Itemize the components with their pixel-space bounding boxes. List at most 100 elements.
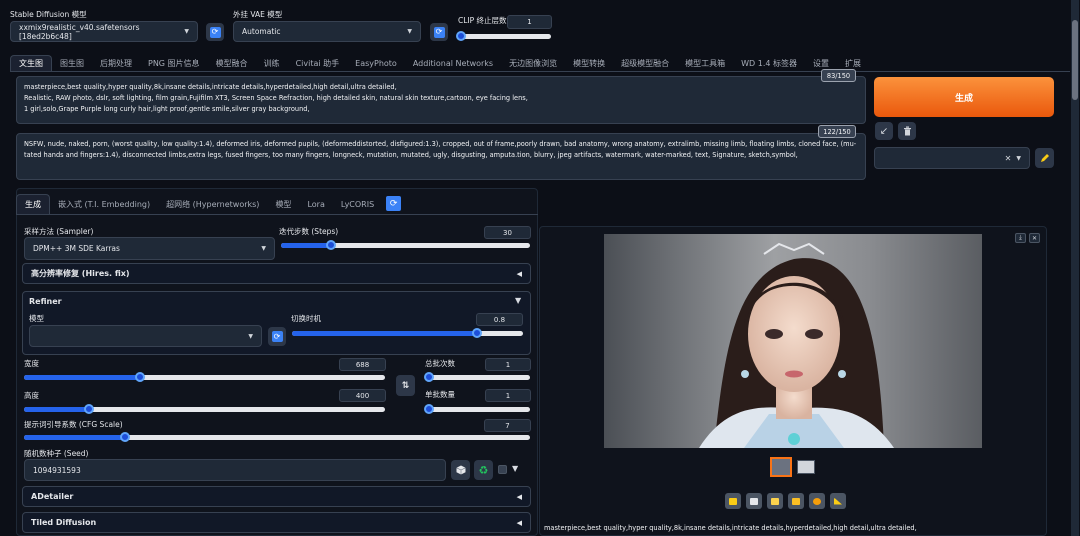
- sd-model-value: xxmix9realistic_v40.safetensors [18ed2b6…: [19, 22, 140, 41]
- refresh-models-button[interactable]: ⟳: [206, 23, 224, 41]
- sd-model-select[interactable]: xxmix9realistic_v40.safetensors [18ed2b6…: [10, 21, 198, 42]
- tab-checkpoint-merger[interactable]: 模型融合: [208, 55, 256, 71]
- close-preview-button[interactable]: ✕: [1029, 233, 1040, 243]
- hires-fix-accordion[interactable]: 高分辨率修复 (Hires. fix) ◀: [22, 263, 531, 284]
- send-to-extras-button[interactable]: [830, 493, 846, 509]
- tab-easyphoto[interactable]: EasyPhoto: [347, 55, 405, 71]
- styles-select[interactable]: ✕ ▼: [874, 147, 1030, 169]
- scrollbar-thumb[interactable]: [1072, 20, 1078, 100]
- palette-icon: [813, 497, 821, 505]
- cfg-label: 提示词引导系数 (CFG Scale): [24, 420, 123, 429]
- batch-count-label: 总批次数: [425, 359, 455, 368]
- prompt-textarea[interactable]: masterpiece,best quality,hyper quality,8…: [16, 76, 866, 124]
- refiner-title: Refiner: [29, 297, 62, 306]
- tab-extras[interactable]: 后期处理: [92, 55, 140, 71]
- subtab-generate[interactable]: 生成: [16, 194, 50, 214]
- thumbnail-2[interactable]: [797, 460, 815, 474]
- cfg-input[interactable]: 7: [484, 419, 531, 432]
- height-input[interactable]: 400: [339, 389, 386, 402]
- clear-prompt-button[interactable]: [898, 122, 916, 140]
- subtab-lora[interactable]: Lora: [299, 194, 332, 214]
- edit-styles-button[interactable]: [1035, 148, 1054, 168]
- tab-model-converter[interactable]: 模型转换: [565, 55, 613, 71]
- reuse-seed-button[interactable]: ♻: [474, 460, 493, 480]
- sampler-select[interactable]: DPM++ 3M SDE Karras ▼: [24, 237, 275, 260]
- slider-knob[interactable]: [83, 404, 94, 414]
- expand-down-icon[interactable]: ▼: [512, 464, 518, 473]
- tab-model-toolkit[interactable]: 模型工具箱: [677, 55, 733, 71]
- download-button[interactable]: ⤓: [1015, 233, 1026, 243]
- save-button[interactable]: [746, 493, 762, 509]
- cfg-slider[interactable]: [24, 432, 530, 442]
- send-to-inpaint-button[interactable]: [809, 493, 825, 509]
- clip-skip-input[interactable]: 1: [507, 15, 552, 29]
- tab-img2img[interactable]: 图生图: [52, 55, 92, 71]
- clear-icon[interactable]: ✕: [1005, 154, 1012, 163]
- slider-knob[interactable]: [456, 31, 466, 41]
- slider-knob[interactable]: [325, 240, 336, 250]
- read-params-button[interactable]: ↙: [875, 122, 893, 140]
- trash-icon: [903, 126, 911, 136]
- refiner-refresh-button[interactable]: ⟳: [268, 327, 286, 346]
- slider-knob[interactable]: [424, 404, 434, 414]
- tab-civitai-helper[interactable]: Civitai 助手: [288, 55, 348, 71]
- refiner-switch-input[interactable]: 0.8: [476, 313, 523, 326]
- thumbnail-1[interactable]: [770, 457, 792, 477]
- slider-knob[interactable]: [424, 372, 434, 382]
- tab-super-merger[interactable]: 超级模型融合: [613, 55, 677, 71]
- subtab-embedding[interactable]: 嵌入式 (T.I. Embedding): [50, 194, 158, 214]
- seed-input[interactable]: 1094931593: [24, 459, 446, 481]
- tab-txt2img[interactable]: 文生图: [10, 55, 52, 71]
- tab-train[interactable]: 训练: [256, 55, 288, 71]
- chevron-down-icon: ▼: [1016, 154, 1021, 162]
- height-slider[interactable]: [24, 404, 385, 414]
- extra-seed-checkbox[interactable]: [498, 465, 507, 474]
- negative-prompt-textarea[interactable]: NSFW, nude, naked, porn, (worst quality,…: [16, 133, 866, 180]
- width-slider[interactable]: [24, 372, 385, 382]
- tab-wd14-tagger[interactable]: WD 1.4 标签器: [733, 55, 805, 71]
- slider-knob[interactable]: [134, 372, 145, 382]
- refiner-model-select[interactable]: ▼: [29, 325, 262, 347]
- batch-size-input[interactable]: 1: [485, 389, 531, 402]
- tab-additional-networks[interactable]: Additional Networks: [405, 55, 501, 71]
- subtab-checkpoints[interactable]: 模型: [267, 194, 299, 214]
- generate-button[interactable]: 生成: [874, 77, 1054, 117]
- portrait-image: [699, 242, 894, 448]
- sd-model-label: Stable Diffusion 模型: [10, 10, 87, 19]
- refresh-networks-button[interactable]: ⟳: [386, 196, 402, 211]
- batch-size-slider[interactable]: [424, 404, 530, 414]
- scrollbar-track[interactable]: [1071, 0, 1079, 536]
- cfg-fill: [24, 432, 131, 442]
- width-input[interactable]: 688: [339, 358, 386, 371]
- refresh-icon: ⟳: [433, 26, 445, 38]
- tab-image-browser[interactable]: 无边图像浏览: [501, 55, 565, 71]
- generated-image[interactable]: [604, 234, 982, 448]
- random-seed-button[interactable]: [451, 460, 470, 480]
- refiner-switch-fill: [292, 328, 482, 338]
- tiled-diffusion-accordion[interactable]: Tiled Diffusion ◀: [22, 512, 531, 533]
- batch-count-slider[interactable]: [424, 372, 530, 382]
- subtab-lycoris[interactable]: LyCORIS: [333, 194, 382, 214]
- refresh-vae-button[interactable]: ⟳: [430, 23, 448, 41]
- steps-slider[interactable]: [281, 240, 530, 250]
- slider-knob[interactable]: [471, 328, 482, 338]
- refiner-switch-slider[interactable]: [292, 328, 523, 338]
- swap-dimensions-button[interactable]: ⇅: [396, 375, 415, 396]
- adetailer-accordion[interactable]: ADetailer ◀: [22, 486, 531, 507]
- zip-button[interactable]: [767, 493, 783, 509]
- clip-skip-slider[interactable]: [456, 31, 551, 41]
- arrow-icon: ↙: [879, 125, 889, 137]
- chevron-down-icon: ▼: [184, 28, 189, 35]
- save-icon: [750, 497, 758, 505]
- subtab-hypernetworks[interactable]: 超网络 (Hypernetworks): [158, 194, 267, 214]
- send-to-img2img-button[interactable]: [788, 493, 804, 509]
- batch-count-input[interactable]: 1: [485, 358, 531, 371]
- chevron-down-icon: ▼: [407, 28, 412, 35]
- open-folder-button[interactable]: [725, 493, 741, 509]
- tab-png-info[interactable]: PNG 图片信息: [140, 55, 208, 71]
- tiled-diffusion-label: Tiled Diffusion: [31, 518, 97, 527]
- close-icon: ✕: [1031, 234, 1038, 242]
- expand-down-icon[interactable]: ▼: [515, 296, 521, 305]
- steps-input[interactable]: 30: [484, 226, 531, 239]
- vae-select[interactable]: Automatic ▼: [233, 21, 421, 42]
